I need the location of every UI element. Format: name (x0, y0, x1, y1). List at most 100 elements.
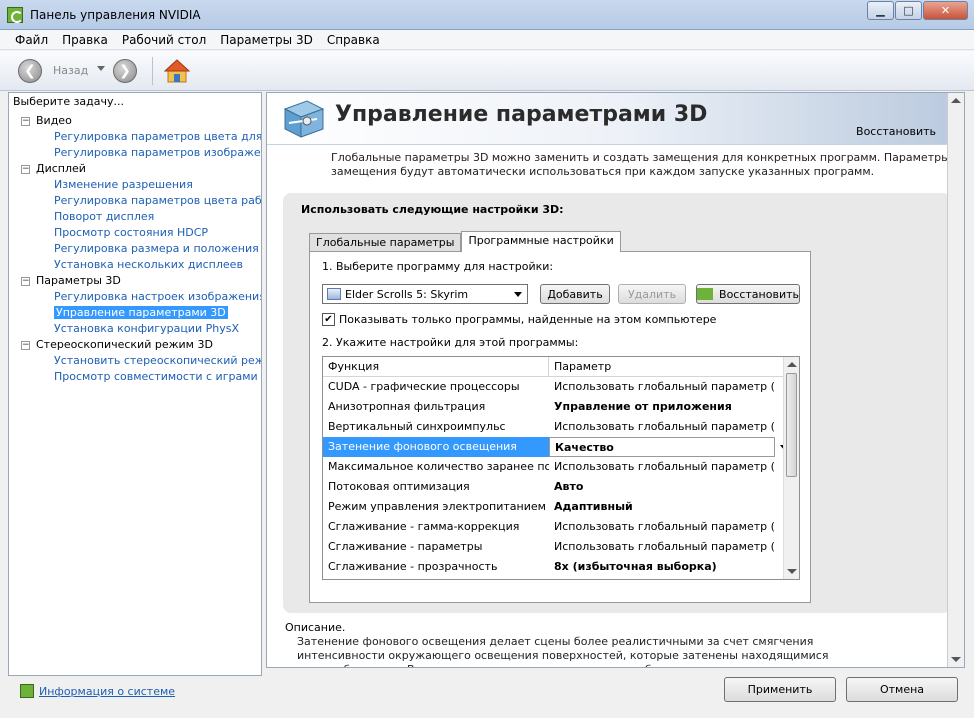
close-button[interactable]: ✕ (923, 1, 968, 20)
scroll-up-icon[interactable] (787, 362, 797, 367)
menu-3d-settings[interactable]: Параметры 3D (213, 33, 320, 47)
tree-item-label[interactable]: Установка конфигурации PhysX (54, 322, 239, 335)
feature-cell: Вертикальный синхроимпульс (328, 420, 506, 433)
tree-item-label[interactable]: Установить стереоскопический режим 3 (54, 354, 261, 367)
setting-cell[interactable]: Управление от приложения (549, 397, 775, 417)
table-row[interactable]: Сглаживание - прозрачность 8x (избыточна… (323, 557, 793, 577)
collapse-icon[interactable]: − (21, 277, 30, 286)
tree-item-label[interactable]: Поворот дисплея (54, 210, 154, 223)
column-header-feature[interactable]: Функция (323, 357, 549, 377)
setting-cell[interactable]: Использовать глобальный параметр (3) (549, 457, 775, 477)
tab-global-settings[interactable]: Глобальные параметры (309, 233, 462, 252)
system-info-link[interactable]: Информация о системе (39, 685, 175, 698)
tree-item-label[interactable]: Управление параметрами 3D (54, 306, 228, 319)
tab-program-settings[interactable]: Программные настройки (461, 231, 621, 252)
tree-item[interactable]: Установка конфигурации PhysX (9, 321, 261, 337)
tree-item-label[interactable]: Установка нескольких дисплеев (54, 258, 243, 271)
table-row-selected[interactable]: Затенение фонового освещения Качество (323, 437, 793, 457)
chevron-down-icon (514, 292, 522, 297)
menu-edit[interactable]: Правка (55, 33, 115, 47)
table-row[interactable]: Потоковая оптимизация Авто (323, 477, 793, 497)
tree-category-display[interactable]: − Дисплей (9, 161, 261, 177)
tree-item[interactable]: Регулировка параметров цвета для вид (9, 129, 261, 145)
content-scrollbar[interactable] (947, 93, 964, 667)
table-scrollbar[interactable] (783, 357, 799, 579)
scroll-up-icon[interactable] (951, 98, 961, 103)
column-header-setting[interactable]: Параметр (549, 357, 793, 377)
menu-help[interactable]: Справка (320, 33, 387, 47)
toolbar: ❮ Назад ❯ (0, 51, 974, 91)
tree-category-label: Параметры 3D (36, 274, 121, 287)
tree-item[interactable]: Регулировка настроек изображения с пр (9, 289, 261, 305)
tree-item[interactable]: Установка нескольких дисплеев (9, 257, 261, 273)
tree-item[interactable]: Регулировка параметров цвета рабочег (9, 193, 261, 209)
back-label[interactable]: Назад (53, 64, 88, 77)
cancel-button[interactable]: Отмена (846, 677, 958, 702)
setting-cell[interactable]: Использовать глобальный параметр (Все) (549, 377, 775, 397)
setting-cell[interactable]: Использовать глобальный параметр (2x) (549, 537, 775, 557)
scroll-down-icon[interactable] (787, 569, 797, 574)
table-row[interactable]: Анизотропная фильтрация Управление от пр… (323, 397, 793, 417)
tree-item-label[interactable]: Регулировка параметров изображения д (54, 146, 261, 159)
tree-item[interactable]: Изменение разрешения (9, 177, 261, 193)
tree-item[interactable]: Просмотр состояния HDCP (9, 225, 261, 241)
tree-item-label[interactable]: Просмотр совместимости с играми (54, 370, 258, 383)
show-found-programs-checkbox[interactable]: ✔ (322, 313, 335, 326)
tree-item-selected[interactable]: Управление параметрами 3D (9, 305, 261, 321)
menu-desktop[interactable]: Рабочий стол (115, 33, 213, 47)
scrollbar-thumb[interactable] (786, 373, 797, 477)
table-row[interactable]: Максимальное количество заранее под... И… (323, 457, 793, 477)
scroll-down-icon[interactable] (951, 657, 961, 662)
show-found-programs[interactable]: ✔ Показывать только программы, найденные… (322, 313, 716, 326)
setting-cell[interactable]: Авто (549, 477, 775, 497)
tree-item[interactable]: Регулировка размера и положения рабо (9, 241, 261, 257)
tree-item-label[interactable]: Регулировка настроек изображения с пр (54, 290, 261, 303)
apply-button[interactable]: Применить (724, 677, 836, 702)
table-row[interactable]: Вертикальный синхроимпульс Использовать … (323, 417, 793, 437)
setting-dropdown[interactable]: Качество (549, 437, 775, 457)
table-row[interactable]: Сглаживание - параметры Использовать гло… (323, 537, 793, 557)
menu-file[interactable]: Файл (8, 33, 55, 47)
tree-item-label[interactable]: Изменение разрешения (54, 178, 193, 191)
add-program-button[interactable]: Добавить (540, 284, 610, 304)
settings-group-title: Использовать следующие настройки 3D: (301, 203, 564, 216)
remove-program-button[interactable]: Удалить (618, 284, 686, 304)
toolbar-separator (152, 57, 153, 85)
table-row[interactable]: CUDA - графические процессоры Использова… (323, 377, 793, 397)
collapse-icon[interactable]: − (21, 165, 30, 174)
forward-arrow-icon[interactable]: ❯ (113, 59, 137, 83)
tree-item-label[interactable]: Регулировка параметров цвета рабочег (54, 194, 261, 207)
table-row[interactable]: Режим управления электропитанием Адаптив… (323, 497, 793, 517)
nvidia-icon (697, 288, 714, 300)
task-panel-header: Выберите задачу... (9, 93, 261, 111)
home-icon[interactable] (164, 58, 190, 84)
tree-category-3d-settings[interactable]: − Параметры 3D (9, 273, 261, 289)
description-title: Описание. (285, 621, 346, 634)
setting-cell[interactable]: 8x (избыточная выборка) (549, 557, 775, 577)
back-arrow-icon[interactable]: ❮ (18, 59, 42, 83)
menu-bar: Файл Правка Рабочий стол Параметры 3D Сп… (0, 30, 974, 50)
back-history-dropdown-icon[interactable] (97, 66, 105, 71)
setting-cell[interactable]: Использовать глобальный параметр (Вкл) (549, 517, 775, 537)
tree-item-label[interactable]: Просмотр состояния HDCP (54, 226, 208, 239)
tree-category-video[interactable]: − Видео (9, 113, 261, 129)
feature-cell: Сглаживание - прозрачность (328, 560, 498, 573)
tree-item[interactable]: Регулировка параметров изображения д (9, 145, 261, 161)
collapse-icon[interactable]: − (21, 341, 30, 350)
program-select[interactable]: Elder Scrolls 5: Skyrim (322, 284, 528, 304)
setting-cell[interactable]: Адаптивный (549, 497, 775, 517)
maximize-button[interactable]: □ (895, 1, 922, 20)
collapse-icon[interactable]: − (21, 117, 30, 126)
3d-settings-icon (283, 100, 325, 138)
tree-item[interactable]: Установить стереоскопический режим 3 (9, 353, 261, 369)
tree-item[interactable]: Просмотр совместимости с играми (9, 369, 261, 385)
restore-defaults-link[interactable]: Восстановить (856, 125, 936, 138)
tree-item-label[interactable]: Регулировка параметров цвета для вид (54, 130, 261, 143)
minimize-button[interactable]: ▁ (867, 1, 894, 20)
tree-category-stereo-3d[interactable]: − Стереоскопический режим 3D (9, 337, 261, 353)
setting-cell[interactable]: Использовать глобальный параметр (И... (549, 417, 775, 437)
tree-item[interactable]: Поворот дисплея (9, 209, 261, 225)
table-row[interactable]: Сглаживание - гамма-коррекция Использова… (323, 517, 793, 537)
restore-program-button[interactable]: Восстановить (696, 284, 800, 304)
tree-item-label[interactable]: Регулировка размера и положения рабо (54, 242, 261, 255)
